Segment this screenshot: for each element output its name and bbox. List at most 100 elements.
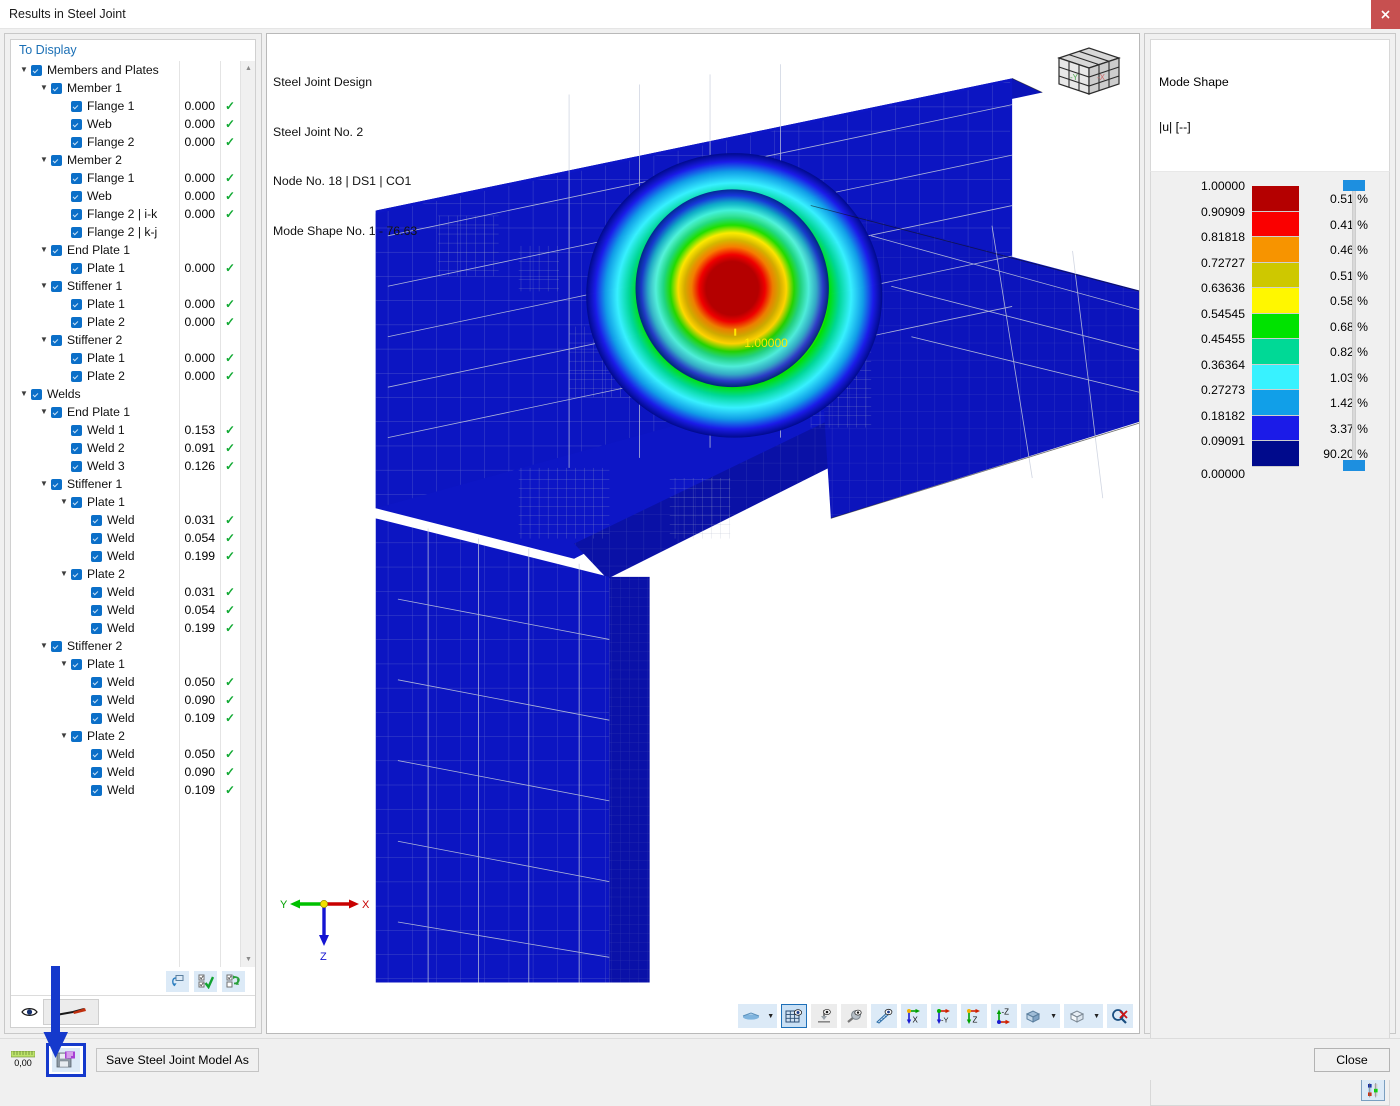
show-loads-button[interactable] [841,1004,868,1028]
tree-row[interactable]: ▼ End Plate 1 [11,403,255,421]
tree-checkbox[interactable] [91,532,102,544]
tree-checkbox[interactable] [71,370,82,382]
tree-checkbox[interactable] [91,550,102,562]
tree-checkbox[interactable] [71,568,82,580]
tree-checkbox[interactable] [31,388,42,400]
tree-row[interactable]: ▼ Member 2 [11,151,255,169]
tree-checkbox[interactable] [91,622,102,634]
window-close-button[interactable] [1371,0,1400,29]
3d-viewport[interactable]: Steel Joint Design Steel Joint No. 2 Nod… [266,33,1140,1034]
save-steel-joint-model-as-button[interactable]: Save Steel Joint Model As [96,1047,259,1072]
tree-checkbox[interactable] [71,100,82,112]
tree-row[interactable]: Weld 0.050 ✓ [11,673,255,691]
tree-row[interactable]: ▼ Plate 2 [11,727,255,745]
tree-row[interactable]: Flange 1 0.000 ✓ [11,97,255,115]
display-tree[interactable]: ▼ Members and Plates ▼ Member 1 Flange 1 0.00… [11,61,255,967]
tree-checkbox[interactable] [91,586,102,598]
tree-row[interactable]: ▼ Plate 1 [11,655,255,673]
tree-checkbox[interactable] [91,694,102,706]
legend-upper-slider-handle[interactable] [1343,180,1365,191]
perspective-button[interactable] [1021,1004,1047,1028]
render-mode-button[interactable] [738,1004,764,1028]
tree-checkbox[interactable] [71,136,82,148]
tree-expand-toggle[interactable]: ▼ [57,732,71,740]
tree-checkbox[interactable] [91,514,102,526]
tree-checkbox[interactable] [71,118,82,130]
tree-row[interactable]: Plate 1 0.000 ✓ [11,259,255,277]
tree-row[interactable]: ▼ Plate 2 [11,565,255,583]
tree-checkbox[interactable] [51,640,62,652]
legend-settings-button[interactable] [1361,1079,1385,1101]
chevron-down-icon[interactable]: ▼ [764,1013,777,1020]
tree-expand-toggle[interactable]: ▼ [37,282,51,290]
tree-row[interactable]: Weld 1 0.153 ✓ [11,421,255,439]
tree-expand-toggle[interactable]: ▼ [37,84,51,92]
tree-row[interactable]: Plate 1 0.000 ✓ [11,349,255,367]
render-mode-button-group[interactable]: ▼ [738,1004,778,1028]
tree-checkbox[interactable] [51,82,62,94]
wireframe-button-group[interactable]: ▼ [1064,1004,1103,1028]
tree-checkbox[interactable] [71,496,82,508]
tree-checkbox[interactable] [71,226,82,238]
tree-checkbox[interactable] [91,766,102,778]
tree-row[interactable]: ▼ Member 1 [11,79,255,97]
tree-row[interactable]: Plate 2 0.000 ✓ [11,313,255,331]
tree-row[interactable]: ▼ Stiffener 2 [11,331,255,349]
view-in-negative-z-button[interactable]: -Z [991,1004,1018,1028]
units-indicator[interactable]: 0,00 [10,1050,36,1070]
tree-expand-toggle[interactable]: ▼ [57,660,71,668]
tree-expand-toggle[interactable]: ▼ [57,570,71,578]
close-dialog-button[interactable]: Close [1314,1047,1390,1072]
tree-checkbox[interactable] [71,172,82,184]
view-in-negative-y-button[interactable]: -Y [931,1004,958,1028]
tree-row[interactable]: Weld 0.031 ✓ [11,511,255,529]
tree-row[interactable]: ▼ Members and Plates [11,61,255,79]
tree-checkbox[interactable] [71,208,82,220]
tree-checkbox[interactable] [71,262,82,274]
wireframe-button[interactable] [1064,1004,1090,1028]
chevron-down-icon[interactable]: ▼ [1047,1013,1060,1020]
chevron-down-icon[interactable]: ▼ [1090,1013,1103,1020]
tree-row[interactable]: Flange 2 | k-j [11,223,255,241]
tree-checkbox[interactable] [71,658,82,670]
tree-row[interactable]: Weld 0.109 ✓ [11,709,255,727]
tree-row[interactable]: Flange 2 0.000 ✓ [11,133,255,151]
tree-row[interactable]: Weld 0.050 ✓ [11,745,255,763]
tree-row[interactable]: ▼ Stiffener 1 [11,475,255,493]
select-all-button[interactable] [194,971,217,992]
show-dimensions-button[interactable] [871,1004,898,1028]
tree-row[interactable]: Plate 2 0.000 ✓ [11,367,255,385]
tree-row[interactable]: Weld 3 0.126 ✓ [11,457,255,475]
tree-row[interactable]: Weld 0.054 ✓ [11,529,255,547]
tree-row[interactable]: Flange 2 | i-k 0.000 ✓ [11,205,255,223]
tree-row[interactable]: ▼ Stiffener 1 [11,277,255,295]
tree-row[interactable]: ▼ Stiffener 2 [11,637,255,655]
scroll-up-arrow-icon[interactable]: ▲ [241,61,255,76]
invert-selection-button[interactable] [222,971,245,992]
visibility-eye-icon[interactable] [19,1003,39,1021]
tree-checkbox[interactable] [31,64,42,76]
tree-expand-toggle[interactable]: ▼ [37,642,51,650]
tree-row[interactable]: Web 0.000 ✓ [11,187,255,205]
tree-row[interactable]: ▼ End Plate 1 [11,241,255,259]
tree-checkbox[interactable] [51,406,62,418]
scroll-down-arrow-icon[interactable]: ▼ [241,952,255,967]
weld-symbol-preview[interactable] [43,998,99,1025]
tree-checkbox[interactable] [91,748,102,760]
tree-expand-toggle[interactable]: ▼ [57,498,71,506]
tree-checkbox[interactable] [71,424,82,436]
tree-checkbox[interactable] [71,316,82,328]
tree-checkbox[interactable] [51,154,62,166]
tree-checkbox[interactable] [51,478,62,490]
tree-row[interactable]: Weld 0.090 ✓ [11,691,255,709]
save-model-button[interactable] [52,1047,80,1072]
zoom-reset-button[interactable] [1107,1004,1133,1028]
tree-row[interactable]: Web 0.000 ✓ [11,115,255,133]
tree-checkbox[interactable] [71,298,82,310]
tree-expand-toggle[interactable]: ▼ [37,246,51,254]
tree-checkbox[interactable] [51,244,62,256]
tree-expand-toggle[interactable]: ▼ [37,408,51,416]
tree-checkbox[interactable] [71,190,82,202]
tree-checkbox[interactable] [91,604,102,616]
tree-row[interactable]: ▼ Welds [11,385,255,403]
